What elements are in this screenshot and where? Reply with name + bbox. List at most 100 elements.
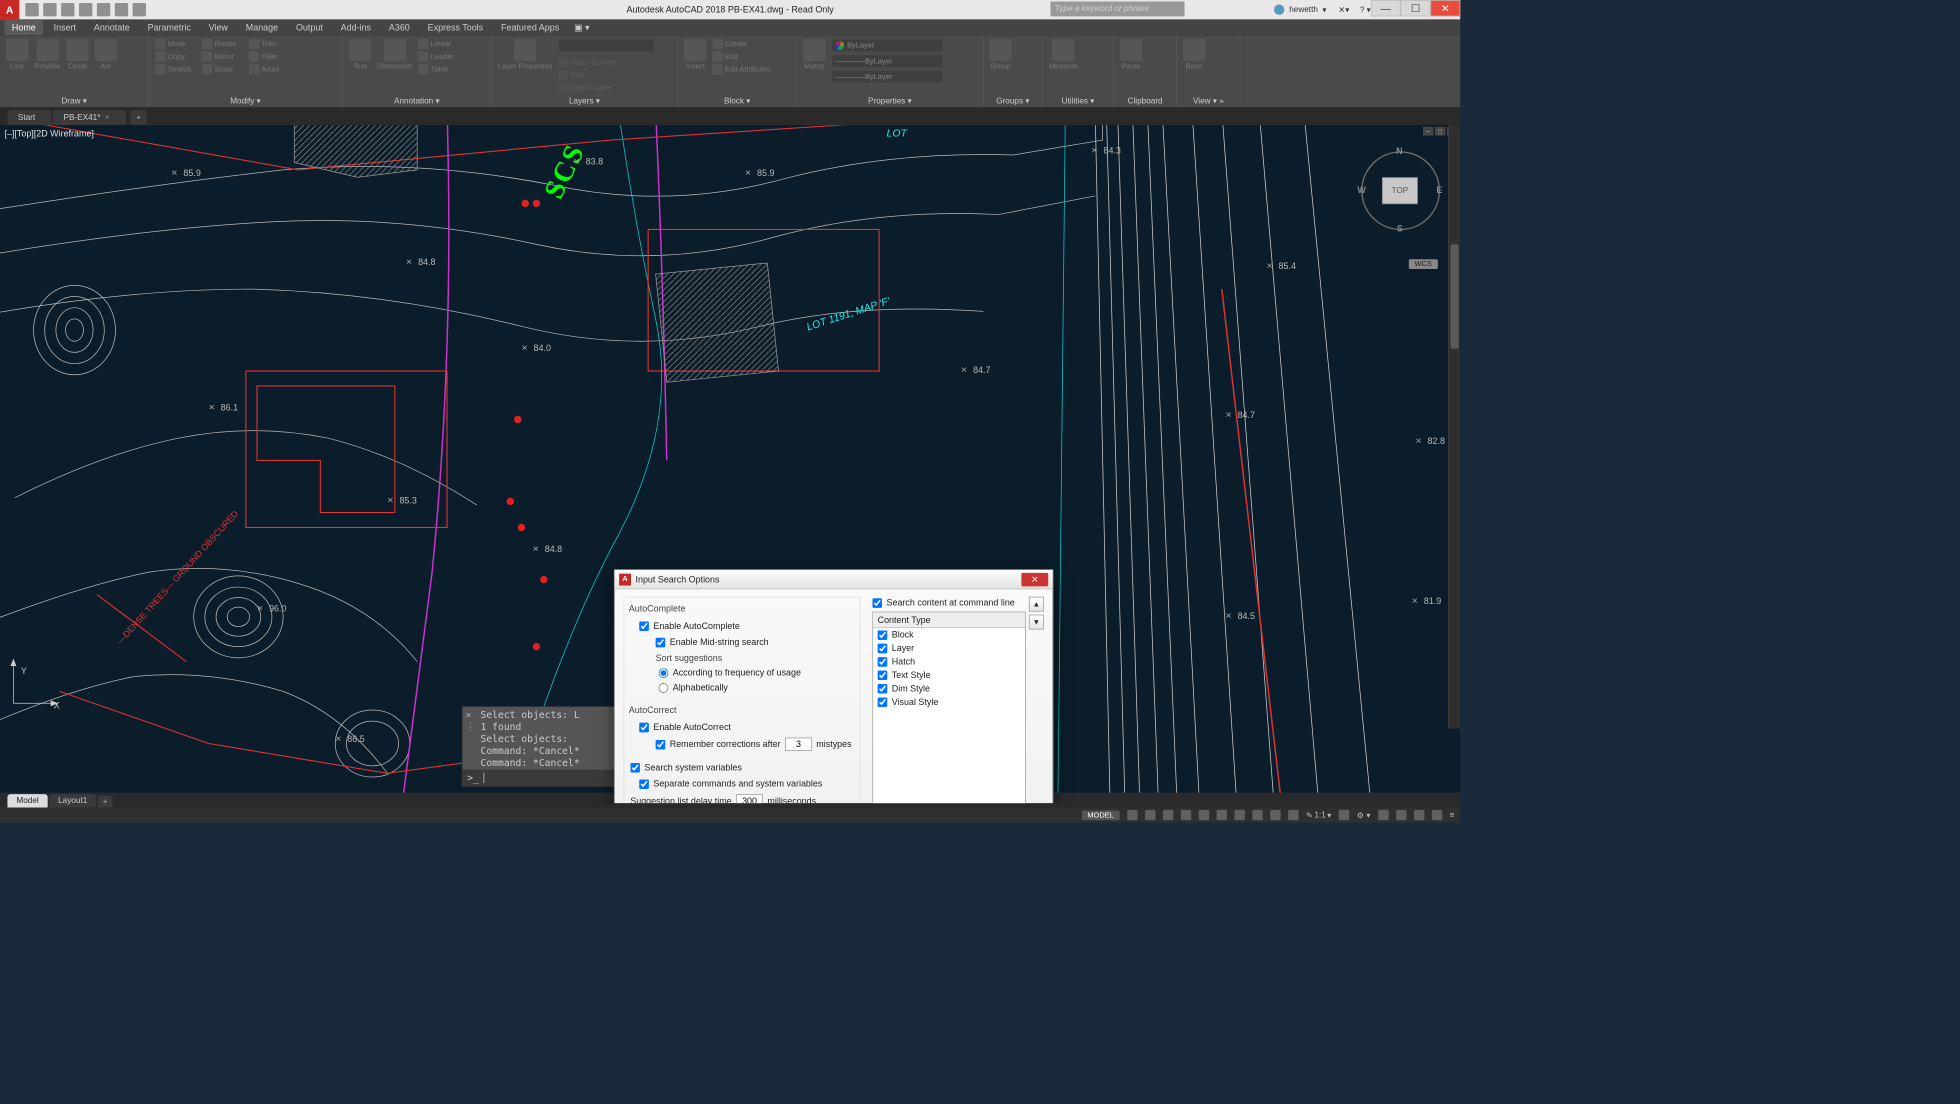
status-polar-icon[interactable] — [1181, 810, 1191, 820]
panel-title-annotation[interactable]: Annotation ▾ — [349, 95, 485, 106]
move-up-button[interactable]: ▲ — [1029, 597, 1044, 612]
content-type-visual-style[interactable]: Visual Style — [873, 695, 1025, 708]
status-isolate-icon[interactable] — [1396, 810, 1406, 820]
content-type-text-style[interactable]: Text Style — [873, 668, 1025, 681]
user-dropdown-icon[interactable]: ▾ — [1322, 5, 1326, 15]
menu-overflow[interactable]: ▣ ▾ — [574, 22, 589, 32]
drawing-canvas[interactable]: [–][Top][2D Wireframe] – □ × — [0, 125, 1460, 803]
content-type-layer[interactable]: Layer — [873, 641, 1025, 654]
move-down-button[interactable]: ▼ — [1029, 615, 1044, 630]
tool-base[interactable]: Base — [1183, 39, 1205, 71]
view-cube[interactable]: TOP N E S W — [1356, 148, 1445, 237]
file-tab-start[interactable]: Start — [7, 110, 51, 125]
tool-circle[interactable]: Circle — [66, 39, 88, 71]
dialog-close-button[interactable]: ✕ — [1021, 573, 1048, 586]
content-type-dim-style[interactable]: Dim Style — [873, 682, 1025, 695]
status-3dosnap-icon[interactable] — [1217, 810, 1227, 820]
qat-undo-icon[interactable] — [115, 3, 128, 16]
anno-linear[interactable]: Linear — [418, 39, 454, 49]
minimize-button[interactable]: — — [1371, 0, 1401, 16]
enable-midstring-checkbox[interactable]: Enable Mid-string search — [629, 636, 855, 648]
status-customize-icon[interactable]: ≡ — [1449, 811, 1454, 820]
layers-make-current[interactable]: Make Current — [558, 57, 655, 67]
sort-alpha-radio[interactable]: Alphabetically — [629, 682, 855, 692]
qat-plot-icon[interactable] — [97, 3, 110, 16]
separate-commands-checkbox[interactable]: Separate commands and system variables — [629, 778, 855, 790]
layers-edit[interactable]: Edit — [558, 70, 655, 80]
tool-paste[interactable]: Paste — [1120, 39, 1142, 71]
viewcube-south[interactable]: S — [1397, 224, 1403, 234]
remember-corrections-checkbox[interactable] — [656, 739, 666, 749]
exchange-icon[interactable]: ✕▾ — [1338, 5, 1349, 15]
content-type-block[interactable]: Block — [873, 628, 1025, 641]
status-lwt-icon[interactable] — [1252, 810, 1262, 820]
panel-title-layers[interactable]: Layers ▾ — [498, 95, 672, 106]
tool-measure[interactable]: Measure — [1049, 39, 1078, 71]
tool-line[interactable]: Line — [6, 39, 28, 71]
tool-group[interactable]: Group — [989, 39, 1011, 71]
status-snap-icon[interactable] — [1145, 810, 1155, 820]
modify-row[interactable]: CopyMirrorFillet — [155, 51, 296, 61]
new-tab-button[interactable]: + — [131, 110, 147, 125]
menu-insert[interactable]: Insert — [46, 20, 83, 35]
menu-output[interactable]: Output — [289, 20, 331, 35]
panel-title-utilities[interactable]: Utilities ▾ — [1049, 95, 1107, 106]
app-logo[interactable]: A — [0, 0, 19, 19]
file-tab-drawing[interactable]: PB-EX41*× — [53, 110, 126, 125]
close-tab-icon[interactable]: × — [105, 113, 110, 122]
menu-a360[interactable]: A360 — [381, 20, 417, 35]
viewcube-north[interactable]: N — [1396, 146, 1402, 156]
status-workspace-icon[interactable]: ⚙ ▾ — [1357, 810, 1371, 820]
wcs-indicator[interactable]: WCS — [1409, 259, 1438, 269]
layout-tab-layout1[interactable]: Layout1 — [49, 794, 96, 807]
tool-text[interactable]: Text — [349, 39, 371, 71]
tool-dimension[interactable]: Dimension — [377, 39, 412, 71]
status-cleanscreen-icon[interactable] — [1432, 810, 1442, 820]
menu-home[interactable]: Home — [4, 20, 43, 35]
tool-arc[interactable]: Arc — [95, 39, 117, 71]
dialog-titlebar[interactable]: A Input Search Options ✕ — [615, 570, 1053, 589]
status-grid-icon[interactable] — [1127, 810, 1137, 820]
search-sysvars-checkbox[interactable]: Search system variables — [629, 761, 855, 773]
mistypes-count-input[interactable] — [785, 738, 812, 751]
viewcube-west[interactable]: W — [1357, 185, 1365, 195]
maximize-button[interactable]: ☐ — [1401, 0, 1431, 16]
tool-insert[interactable]: Insert — [684, 39, 706, 71]
anno-leader[interactable]: Leader — [418, 51, 454, 61]
qat-open-icon[interactable] — [43, 3, 56, 16]
vertical-scrollbar[interactable] — [1448, 125, 1460, 728]
layer-dropdown[interactable] — [558, 39, 655, 52]
scrollbar-thumb[interactable] — [1451, 244, 1459, 348]
tool-polyline[interactable]: Polyline — [34, 39, 60, 71]
help-search-input[interactable]: Type a keyword or phrase — [1050, 1, 1184, 16]
qat-new-icon[interactable] — [25, 3, 38, 16]
status-ortho-icon[interactable] — [1163, 810, 1173, 820]
viewport-label[interactable]: [–][Top][2D Wireframe] — [4, 128, 93, 138]
enable-autocomplete-checkbox[interactable]: Enable AutoComplete — [629, 620, 855, 632]
menu-annotate[interactable]: Annotate — [86, 20, 137, 35]
anno-table[interactable]: Table — [418, 64, 454, 74]
modify-row[interactable]: MoveRotateTrim — [155, 39, 296, 49]
panel-title-properties[interactable]: Properties ▾ — [803, 95, 977, 106]
qat-saveas-icon[interactable] — [79, 3, 92, 16]
panel-title-groups[interactable]: Groups ▾ — [989, 95, 1036, 106]
command-close-icon[interactable]: × — [466, 710, 472, 721]
linetype-dropdown[interactable]: ———— ByLayer — [831, 70, 943, 83]
block-edit-attributes[interactable]: Edit Attributes — [712, 64, 771, 74]
menu-view[interactable]: View — [201, 20, 235, 35]
status-annovisibility-icon[interactable] — [1339, 810, 1349, 820]
panel-title-draw[interactable]: Draw ▾ — [6, 95, 142, 106]
menu-express tools[interactable]: Express Tools — [420, 20, 490, 35]
status-model-button[interactable]: MODEL — [1081, 810, 1119, 820]
qat-save-icon[interactable] — [61, 3, 74, 16]
menu-manage[interactable]: Manage — [238, 20, 285, 35]
sort-frequency-radio[interactable]: According to frequency of usage — [629, 668, 855, 678]
qat-redo-icon[interactable] — [133, 3, 146, 16]
menu-parametric[interactable]: Parametric — [140, 20, 198, 35]
viewcube-east[interactable]: E — [1436, 185, 1442, 195]
panel-title-block[interactable]: Block ▾ — [684, 95, 791, 106]
viewcube-top-face[interactable]: TOP — [1382, 177, 1418, 204]
layout-tab-model[interactable]: Model — [7, 794, 47, 807]
delay-ms-input[interactable] — [736, 794, 763, 803]
tool-match[interactable]: Match — [803, 39, 825, 71]
